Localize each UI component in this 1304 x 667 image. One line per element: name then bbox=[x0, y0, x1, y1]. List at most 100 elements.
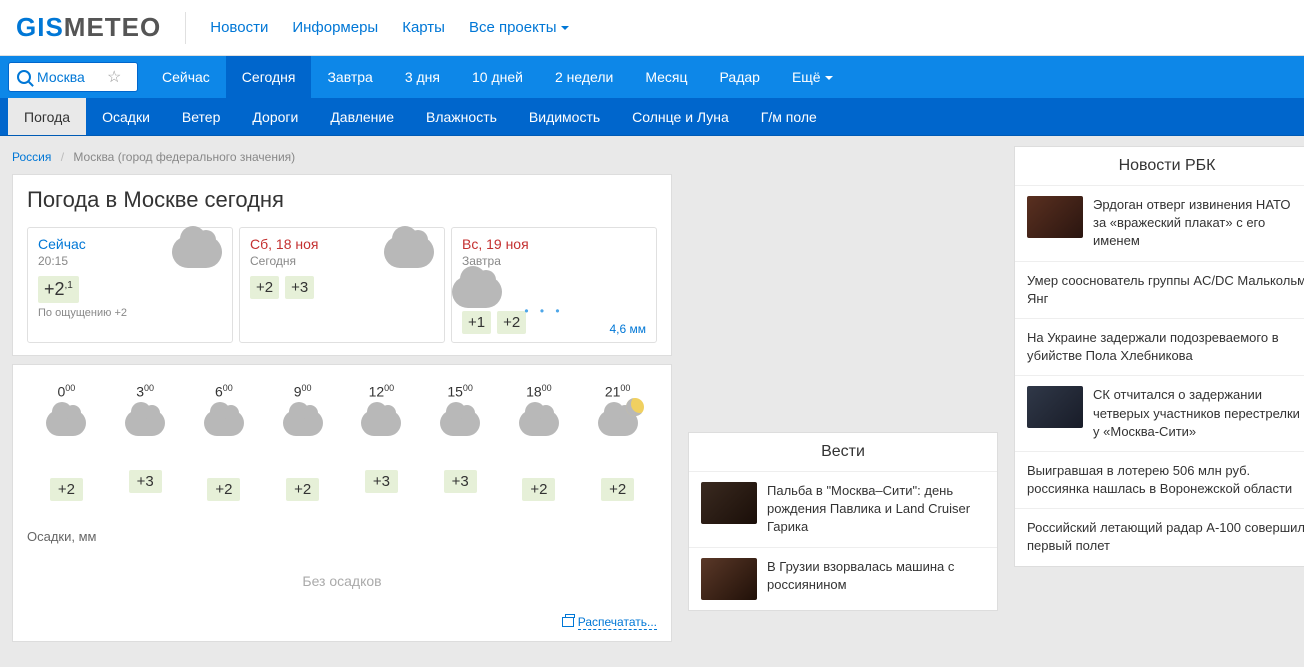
summary-title: Вс, 19 ноя bbox=[462, 236, 646, 252]
news-item[interactable]: Пальба в "Москва–Сити": день рождения Па… bbox=[689, 472, 997, 548]
period-tab[interactable]: Сейчас bbox=[146, 56, 226, 98]
chevron-down-icon bbox=[561, 26, 569, 30]
nav-informers[interactable]: Информеры bbox=[292, 19, 378, 36]
header-nav: Новости Информеры Карты Все проекты bbox=[210, 19, 568, 36]
divider bbox=[185, 12, 186, 44]
news-item[interactable]: Выигравшая в лотерею 506 млн руб. россия… bbox=[1015, 452, 1304, 509]
breadcrumb-country[interactable]: Россия bbox=[12, 150, 51, 164]
sub-nav-tab[interactable]: Давление bbox=[314, 98, 410, 135]
hour-label: 000 bbox=[27, 377, 106, 402]
cloud-icon bbox=[263, 402, 342, 444]
today-card: Погода в Москве сегодня Сейчас 20:15 +2,… bbox=[12, 174, 672, 356]
cloud-icon bbox=[106, 402, 185, 444]
hour-temp: +2 bbox=[522, 478, 555, 501]
nav-news[interactable]: Новости bbox=[210, 19, 268, 36]
temp-now: +2,1 bbox=[38, 276, 79, 303]
hour-temp: +2 bbox=[601, 478, 634, 501]
header: GISMETEO Новости Информеры Карты Все про… bbox=[0, 0, 1304, 56]
period-tab[interactable]: 2 недели bbox=[539, 56, 629, 98]
sub-nav-tab[interactable]: Влажность bbox=[410, 98, 513, 135]
news-item[interactable]: В Грузии взорвалась машина с россиянином bbox=[689, 548, 997, 610]
hour-temp: +2 bbox=[286, 478, 319, 501]
period-tab[interactable]: Завтра bbox=[311, 56, 388, 98]
cloud-icon bbox=[500, 402, 579, 444]
hour-label: 300 bbox=[106, 377, 185, 402]
vesti-widget: Вести Пальба в "Москва–Сити": день рожде… bbox=[688, 432, 998, 611]
temp-low: +2 bbox=[250, 276, 279, 299]
summary-tomorrow[interactable]: Вс, 19 ноя Завтра • • • +1 +2 4,6 мм bbox=[451, 227, 657, 343]
cloud-icon bbox=[342, 402, 421, 444]
hour-label: 1500 bbox=[421, 377, 500, 402]
period-tab[interactable]: 3 дня bbox=[389, 56, 456, 98]
sub-nav: ПогодаОсадкиВетерДорогиДавлениеВлажность… bbox=[0, 98, 1304, 136]
print-link[interactable]: Распечатать... bbox=[578, 615, 657, 630]
summary-today[interactable]: Сб, 18 ноя Сегодня +2 +3 bbox=[239, 227, 445, 343]
logo-gis: GIS bbox=[16, 12, 64, 42]
chevron-down-icon bbox=[825, 76, 833, 80]
news-text: Эрдоган отверг извинения НАТО за «вражес… bbox=[1093, 196, 1304, 251]
breadcrumb-city: Москва (город федерального значения) bbox=[73, 150, 295, 164]
sub-nav-tab[interactable]: Дороги bbox=[236, 98, 314, 135]
news-item[interactable]: На Украине задержали подозреваемого в уб… bbox=[1015, 319, 1304, 376]
precip-empty: Без осадков bbox=[27, 544, 657, 607]
news-text: В Грузии взорвалась машина с россиянином bbox=[767, 558, 985, 600]
cloud-icon bbox=[27, 402, 106, 444]
news-item[interactable]: СК отчитался о задержании четверых участ… bbox=[1015, 376, 1304, 452]
rbc-widget: Новости РБК Эрдоган отверг извинения НАТ… bbox=[1014, 146, 1304, 567]
breadcrumb: Россия / Москва (город федерального знач… bbox=[12, 146, 672, 174]
hour-temp: +3 bbox=[129, 470, 162, 493]
period-tab[interactable]: 10 дней bbox=[456, 56, 539, 98]
news-item[interactable]: Эрдоган отверг извинения НАТО за «вражес… bbox=[1015, 186, 1304, 262]
period-tab[interactable]: Месяц bbox=[629, 56, 703, 98]
news-thumb bbox=[701, 482, 757, 524]
period-tab[interactable]: Ещё bbox=[776, 56, 849, 98]
cloud-icon bbox=[172, 236, 222, 271]
news-thumb bbox=[1027, 196, 1083, 238]
nav-bar: ☆ СейчасСегодняЗавтра3 дня10 дней2 недел… bbox=[0, 56, 1304, 98]
news-text: СК отчитался о задержании четверых участ… bbox=[1093, 386, 1304, 441]
hour-temp: +3 bbox=[365, 470, 398, 493]
sub-nav-tab[interactable]: Осадки bbox=[86, 98, 166, 135]
nav-maps[interactable]: Карты bbox=[402, 19, 445, 36]
hour-label: 2100 bbox=[578, 377, 657, 402]
news-thumb bbox=[1027, 386, 1083, 428]
sub-nav-tab[interactable]: Видимость bbox=[513, 98, 616, 135]
logo[interactable]: GISMETEO bbox=[16, 12, 161, 43]
hour-label: 900 bbox=[263, 377, 342, 402]
period-tabs: СейчасСегодняЗавтра3 дня10 дней2 неделиМ… bbox=[146, 56, 849, 98]
precip-amount: 4,6 мм bbox=[609, 322, 646, 336]
search-box[interactable]: ☆ bbox=[8, 62, 138, 92]
temp-high: +3 bbox=[285, 276, 314, 299]
hourly-card: 0003006009001200150018002100 +2+3+2+2+3+… bbox=[12, 364, 672, 642]
news-item[interactable]: Российский летающий радар А-100 совершил… bbox=[1015, 509, 1304, 565]
sub-nav-tab[interactable]: Ветер bbox=[166, 98, 237, 135]
logo-meteo: METEO bbox=[64, 12, 161, 42]
hour-label: 1200 bbox=[342, 377, 421, 402]
news-item[interactable]: Умер сооснователь группы AC/DC Малькольм… bbox=[1015, 262, 1304, 319]
search-icon bbox=[17, 70, 31, 84]
hour-temp: +2 bbox=[207, 478, 240, 501]
page-title: Погода в Москве сегодня bbox=[27, 187, 657, 213]
sub-nav-tab[interactable]: Г/м поле bbox=[745, 98, 833, 135]
period-tab[interactable]: Радар bbox=[704, 56, 776, 98]
hour-temp: +2 bbox=[50, 478, 83, 501]
cloud-icon bbox=[384, 236, 434, 271]
nav-projects[interactable]: Все проекты bbox=[469, 19, 569, 36]
summary-now[interactable]: Сейчас 20:15 +2,1 По ощущению +2 bbox=[27, 227, 233, 343]
print-icon bbox=[562, 617, 574, 627]
rbc-title: Новости РБК bbox=[1015, 147, 1304, 186]
news-text: Пальба в "Москва–Сити": день рождения Па… bbox=[767, 482, 985, 537]
summary-sub: Завтра bbox=[462, 254, 646, 268]
news-thumb bbox=[701, 558, 757, 600]
sub-nav-tab[interactable]: Погода bbox=[8, 98, 86, 135]
precip-label: Осадки, мм bbox=[27, 529, 657, 544]
feels-like: По ощущению +2 bbox=[38, 307, 222, 319]
star-icon[interactable]: ☆ bbox=[107, 67, 121, 87]
period-tab[interactable]: Сегодня bbox=[226, 56, 312, 98]
sub-nav-tab[interactable]: Солнце и Луна bbox=[616, 98, 745, 135]
hour-label: 1800 bbox=[500, 377, 579, 402]
cloud-icon bbox=[421, 402, 500, 444]
vesti-title: Вести bbox=[689, 433, 997, 472]
cloud-rain-icon: • • • bbox=[452, 276, 636, 311]
search-input[interactable] bbox=[37, 69, 107, 85]
